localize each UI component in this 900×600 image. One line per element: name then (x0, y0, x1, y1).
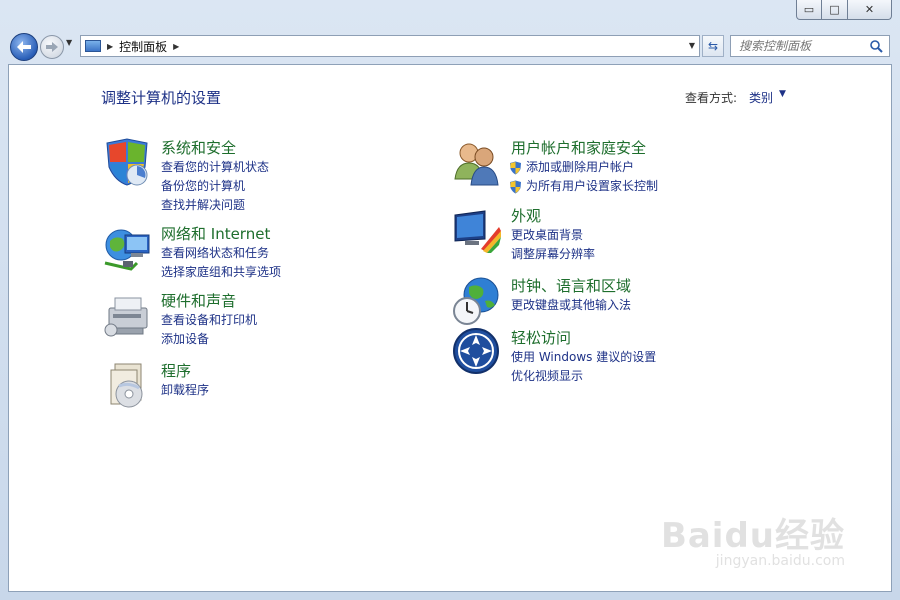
category-title[interactable]: 网络和 Internet (161, 223, 270, 244)
uac-shield-icon (510, 161, 521, 174)
content-pane: 调整计算机的设置 查看方式: 类别 ▼ 系统和安全 查看您的计算机状态 备份您的… (8, 64, 892, 592)
link-label: 添加或删除用户帐户 (526, 160, 635, 174)
search-input[interactable] (737, 38, 871, 54)
refresh-icon: ⇆ (707, 39, 719, 53)
breadcrumb-separator-icon[interactable]: ▶ (107, 42, 113, 51)
view-by-dropdown[interactable]: 类别 (749, 89, 773, 106)
link-parental-controls[interactable]: 为所有用户设置家长控制 (509, 177, 658, 196)
hardware-sound-icon (104, 297, 148, 337)
link-devices-printers[interactable]: 查看设备和打印机 (161, 311, 257, 330)
ease-of-access-icon (453, 328, 499, 374)
address-bar[interactable]: ▶ 控制面板 ▶ ▼ (80, 35, 700, 57)
link-optimize-display[interactable]: 优化视频显示 (511, 367, 656, 386)
navigation-bar: ▼ ▶ 控制面板 ▶ ▼ ⇆ (8, 30, 892, 62)
link-change-background[interactable]: 更改桌面背景 (511, 226, 595, 245)
close-button[interactable]: ✕ (848, 0, 892, 20)
search-icon[interactable] (870, 40, 883, 53)
chevron-down-icon[interactable]: ▼ (779, 89, 786, 99)
back-button[interactable] (10, 33, 38, 61)
clock-region-icon (453, 277, 499, 325)
programs-icon (110, 363, 143, 408)
link-adjust-resolution[interactable]: 调整屏幕分辨率 (511, 245, 595, 264)
link-uninstall-program[interactable]: 卸载程序 (161, 381, 209, 400)
category-title[interactable]: 程序 (161, 360, 191, 381)
refresh-button[interactable]: ⇆ (702, 35, 724, 57)
baidu-watermark: Baidu经验 jingyan.baidu.com (661, 508, 845, 569)
watermark-logo: Baidu经验 (660, 516, 845, 556)
link-homegroup-sharing[interactable]: 选择家庭组和共享选项 (161, 263, 281, 282)
category-title[interactable]: 用户帐户和家庭安全 (511, 137, 646, 158)
link-network-status[interactable]: 查看网络状态和任务 (161, 244, 281, 263)
minimize-button[interactable]: ▭ (796, 0, 822, 20)
forward-arrow-icon (46, 42, 58, 52)
link-add-remove-accounts[interactable]: 添加或删除用户帐户 (509, 158, 658, 177)
network-internet-icon (104, 229, 150, 271)
back-arrow-icon (17, 41, 31, 53)
link-view-computer-status[interactable]: 查看您的计算机状态 (161, 158, 269, 177)
category-title[interactable]: 时钟、语言和区域 (511, 275, 631, 296)
category-title[interactable]: 轻松访问 (511, 327, 571, 348)
link-change-input-method[interactable]: 更改键盘或其他输入法 (511, 296, 631, 315)
caption-buttons: ▭ □ ✕ (796, 0, 892, 20)
control-panel-icon (85, 40, 101, 52)
history-dropdown-icon[interactable]: ▼ (66, 38, 76, 52)
system-security-icon (106, 138, 148, 186)
link-label: 为所有用户设置家长控制 (526, 179, 659, 193)
breadcrumb-separator-icon[interactable]: ▶ (173, 42, 179, 51)
link-troubleshoot[interactable]: 查找并解决问题 (161, 196, 269, 215)
category-title[interactable]: 硬件和声音 (161, 290, 236, 311)
breadcrumb-control-panel[interactable]: 控制面板 (119, 38, 167, 55)
page-title: 调整计算机的设置 (101, 89, 222, 107)
link-windows-suggested-settings[interactable]: 使用 Windows 建议的设置 (511, 348, 656, 367)
maximize-button[interactable]: □ (822, 0, 848, 20)
category-title[interactable]: 系统和安全 (161, 137, 236, 158)
view-by-label: 查看方式: (685, 91, 738, 105)
forward-button[interactable] (40, 35, 64, 59)
search-box[interactable] (730, 35, 890, 57)
uac-shield-icon (510, 180, 521, 193)
link-add-device[interactable]: 添加设备 (161, 330, 257, 349)
control-panel-window: ▭ □ ✕ ▼ ▶ 控制面板 ▶ ▼ ⇆ 调整计算机的设置 查看方式: 类别 ▼ (0, 0, 900, 600)
link-backup-computer[interactable]: 备份您的计算机 (161, 177, 269, 196)
appearance-icon (454, 210, 501, 253)
category-title[interactable]: 外观 (511, 205, 541, 226)
address-dropdown-icon[interactable]: ▼ (689, 41, 695, 50)
user-accounts-icon (454, 143, 499, 186)
